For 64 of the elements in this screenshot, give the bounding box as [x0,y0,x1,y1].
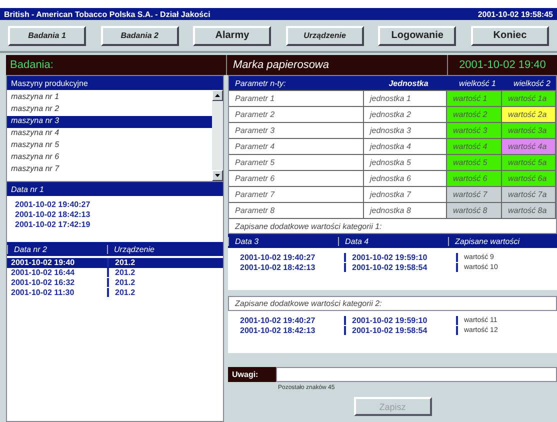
date-item[interactable]: 2001-10-02 17:42:19 [15,220,223,230]
table-cell: Parametr 1 [229,91,364,106]
machine-item[interactable]: maszyna nr 6 [7,152,212,164]
column-header: Data nr 2 [7,244,107,254]
table-cell: Parametr 6 [229,171,364,186]
toolbar-button[interactable]: Urządzenie [286,26,364,46]
column-header: Jednostka [388,78,430,88]
value-cell: wartość 1a [502,91,556,106]
value-cell: wartość 8a [502,203,556,218]
table-cell: Parametr 7 [229,187,364,202]
table-cell: Parametr 2 [229,107,364,122]
value-cell: wartość 2 [447,107,502,122]
column-header: wielkość 2 [512,78,552,88]
table-cell: Parametr 4 [229,139,364,154]
notes-label: Uwagi: [228,367,276,382]
value-cell: wartość 1 [447,91,502,106]
machine-item[interactable]: maszyna nr 1 [7,92,212,104]
machine-item[interactable]: maszyna nr 7 [7,164,212,176]
column-header: Data 3 [228,236,338,246]
machine-item[interactable]: maszyna nr 2 [7,104,212,116]
value-cell: wartość 5 [447,155,502,170]
date-item[interactable]: 2001-10-02 18:42:13 [15,210,223,220]
date-item[interactable]: 2001-10-02 19:40:27 [15,200,223,210]
scroll-down-icon[interactable] [212,170,223,181]
value-cell: wartość 7a [502,187,556,202]
date-row[interactable]: 2001-10-02 11:30 201.2 [7,288,223,298]
column-header: Parametr n-ty: [234,78,287,88]
scroll-up-icon[interactable] [212,90,223,101]
list-title: Maszyny produkcyjne [11,78,88,88]
value-cell: wartość 3 [447,123,502,138]
scrollbar[interactable] [212,90,223,181]
toolbar-button[interactable]: Badania 1 [8,26,86,46]
section-caption: Zapisane dodatkowe wartości kategorii 2: [228,296,557,311]
value-cell: wartość 7 [447,187,502,202]
value-cell: wartość 6 [447,171,502,186]
machine-item[interactable]: maszyna nr 5 [7,140,212,152]
value-cell: wartość 6a [502,171,556,186]
value-cell: wartość 5a [502,155,556,170]
list-title: Data nr 1 [11,184,44,194]
column-header: wielkość 1 [458,78,497,88]
column-header: Data 4 [338,236,448,246]
value-cell: wartość 4 [447,139,502,154]
machine-item[interactable]: maszyna nr 3 [7,116,212,128]
window-title: British - American Tobacco Polska S.A. - Dział Jakości [4,10,210,18]
value-cell: wartość 3a [502,123,556,138]
section-caption: Zapisane dodatkowe wartości kategorii 1: [229,218,556,233]
table-cell: Parametr 3 [229,123,364,138]
date-row[interactable]: 2001-10-02 19:40 201.2 [7,258,223,268]
machine-item[interactable]: maszyna nr 4 [7,128,212,140]
toolbar-button[interactable]: Logowanie [378,26,456,46]
date-row[interactable]: 2001-10-02 16:32 201.2 [7,278,223,288]
toolbar-button[interactable]: Koniec [470,26,549,46]
column-header: Zapisane wartości [448,236,557,246]
date-row[interactable]: 2001-10-02 16:44 201.2 [7,268,223,278]
section-title: Badania: [9,59,54,71]
table-cell: Parametr 5 [229,155,364,170]
notes-field[interactable] [276,367,557,382]
clock: 2001-10-02 19:58:45 [478,10,553,18]
value-cell: wartość 2a [502,107,556,122]
toolbar-button[interactable]: Alarmy [193,26,272,46]
column-header: Urządzenie [107,244,223,254]
value-cell: wartość 8 [447,203,502,218]
toolbar-button[interactable]: Badania 2 [100,26,179,46]
value-cell: wartość 4a [502,139,556,154]
